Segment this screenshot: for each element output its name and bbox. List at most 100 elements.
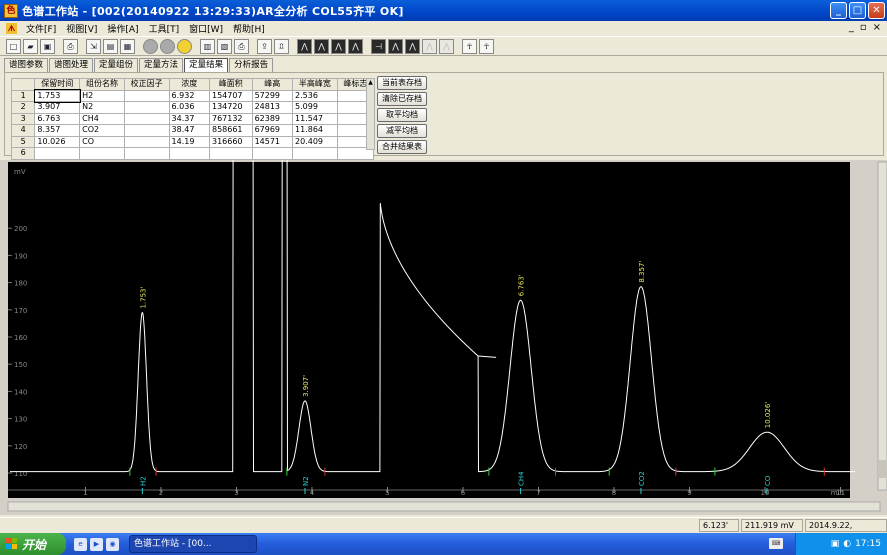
peak-name-label[interactable]: H2 — [139, 476, 147, 486]
peak-retention-label[interactable]: 1.753' — [139, 286, 147, 308]
table-header[interactable]: 峰高 — [251, 78, 294, 91]
peak-c-icon[interactable]: ⋀ — [331, 38, 346, 54]
tab-quant-components[interactable]: 定量组份 — [94, 58, 139, 72]
chart-horizontal-scrollbar[interactable] — [7, 501, 881, 512]
tab-quant-results[interactable]: 定量结果 — [184, 58, 229, 72]
peak-name-label[interactable]: CO2 — [638, 471, 646, 486]
export2-icon[interactable]: ⇫ — [274, 38, 289, 54]
print-icon[interactable]: ⎙ — [63, 38, 78, 54]
table-cell[interactable] — [251, 147, 294, 160]
peak-name-label[interactable]: CH4 — [518, 471, 526, 486]
save-current-button[interactable]: 当前表存档 — [377, 76, 427, 90]
table-cell[interactable]: 5.099 — [292, 101, 338, 114]
tab-analysis-report[interactable]: 分析报告 — [229, 58, 274, 72]
person2-icon[interactable]: ☥ — [479, 38, 494, 54]
peak-d-icon[interactable]: ⋀ — [348, 38, 363, 54]
table-cell[interactable]: 62389 — [251, 112, 294, 125]
network-icon[interactable]: ▣ — [831, 539, 840, 549]
table-cell[interactable]: 767132 — [208, 112, 253, 125]
table-cell[interactable]: CO — [79, 135, 125, 148]
export-icon[interactable]: ⇪ — [257, 38, 272, 54]
grid-icon[interactable]: ▦ — [120, 38, 135, 54]
table-cell[interactable]: CO2 — [79, 124, 125, 137]
peak-retention-label[interactable]: 3.907' — [302, 375, 310, 397]
person-icon[interactable]: ☥ — [462, 38, 477, 54]
table-cell[interactable] — [79, 147, 125, 160]
table-cell[interactable]: H2 — [79, 89, 125, 102]
table-icon[interactable]: ▤ — [103, 38, 118, 54]
table-row[interactable]: 3 6.763 CH4 34.37 767132 62389 11.547 — [10, 112, 375, 125]
table-cell[interactable]: 34.37 — [168, 112, 210, 125]
table-cell[interactable] — [34, 147, 81, 160]
table-cell[interactable]: 154707 — [208, 89, 253, 102]
table-cell[interactable]: 6.763 — [34, 112, 81, 125]
table-cell[interactable] — [123, 147, 170, 160]
baseline-icon[interactable]: ⊣ — [371, 38, 386, 54]
table-header[interactable]: 峰面积 — [208, 78, 253, 91]
peak-name-label[interactable]: N2 — [302, 476, 310, 486]
keyboard-icon[interactable]: ⌨ — [769, 538, 783, 549]
table-cell[interactable]: 10.026 — [34, 135, 81, 148]
menu-operate[interactable]: 操作[A] — [102, 22, 143, 35]
printer-icon[interactable]: ⎙ — [234, 38, 249, 54]
peak-b-icon[interactable]: ⋀ — [314, 38, 329, 54]
table-cell[interactable] — [123, 112, 170, 125]
circle-gray-icon[interactable] — [143, 38, 158, 54]
list-icon[interactable]: ▧ — [217, 38, 232, 54]
document-icon[interactable]: ᗑ — [6, 23, 17, 34]
table-cell[interactable]: 8.357 — [34, 124, 81, 137]
table-cell[interactable]: 67969 — [251, 124, 294, 137]
mdi-close-button[interactable]: × — [873, 22, 881, 33]
menu-window[interactable]: 窗口[W] — [184, 22, 228, 35]
table-cell[interactable]: 316660 — [208, 135, 253, 148]
table-cell[interactable]: 11.547 — [292, 112, 338, 125]
table-cell[interactable]: 3.907 — [34, 101, 81, 114]
table-cell[interactable]: 14571 — [251, 135, 294, 148]
row-header[interactable]: 1 — [10, 89, 36, 102]
table-row[interactable]: 4 8.357 CO2 38.47 858661 67969 11.864 — [10, 124, 375, 137]
table-cell[interactable]: N2 — [79, 101, 125, 114]
chromatogram-area[interactable]: 110 120 130 140 150 160 170 180 190 200 mV 1 2 3 4 5 6 7 8… — [0, 157, 887, 515]
table-cell[interactable]: 6.036 — [168, 101, 210, 114]
peak-retention-label[interactable]: 8.357' — [638, 261, 646, 283]
table-row[interactable]: 1 1.753 H2 6.932 154707 57299 2.536 — [10, 89, 375, 103]
row-header[interactable]: 2 — [10, 101, 36, 114]
menu-view[interactable]: 视图[V] — [61, 22, 102, 35]
circle-yellow-icon[interactable] — [177, 38, 192, 54]
table-cell[interactable]: 134720 — [208, 101, 253, 114]
volume-icon[interactable]: ◐ — [843, 539, 851, 549]
table-cell[interactable]: 2.536 — [292, 89, 338, 102]
table-cell[interactable]: 24813 — [251, 101, 294, 114]
open-icon[interactable]: ▰ — [23, 38, 38, 54]
menu-tools[interactable]: 工具[T] — [144, 22, 185, 35]
mdi-minimize-button[interactable]: _ — [849, 22, 854, 33]
peak-retention-label[interactable]: 6.763' — [518, 274, 526, 296]
peak-g-icon[interactable]: ⋀ — [422, 38, 437, 54]
peak-e-icon[interactable]: ⋀ — [388, 38, 403, 54]
close-button[interactable]: ✕ — [868, 2, 885, 19]
table-cell[interactable] — [123, 124, 170, 137]
mdi-restore-button[interactable]: ▫ — [860, 22, 867, 33]
table-scrollbar[interactable]: ▲ — [366, 78, 375, 150]
table-cell[interactable]: 14.19 — [168, 135, 210, 148]
peak-retention-label[interactable]: 10.026' — [764, 402, 772, 428]
table-cell[interactable]: 57299 — [251, 89, 294, 102]
taskbar-app-button[interactable]: 色谱工作站 - [00... — [129, 535, 257, 553]
table-cell[interactable]: 38.47 — [168, 124, 210, 137]
new-icon[interactable]: □ — [6, 38, 21, 54]
table-cell[interactable]: 20.409 — [292, 135, 338, 148]
table-header[interactable]: 组份名称 — [79, 78, 125, 91]
table-cell[interactable] — [123, 89, 170, 102]
table-cell[interactable]: CH4 — [79, 112, 125, 125]
peak-h-icon[interactable]: ⋀ — [439, 38, 454, 54]
table-header[interactable]: 校正因子 — [123, 78, 170, 91]
row-header[interactable]: 6 — [10, 147, 36, 160]
table-header[interactable]: 保留时间 — [34, 78, 81, 91]
chromatogram-chart[interactable]: 110120130140150160170180190200mV1 2 3 4 5 6 7 8… — [0, 157, 887, 515]
subtract-average-button[interactable]: 减平均档 — [377, 124, 427, 138]
table-row[interactable]: 5 10.026 CO 14.19 316660 14571 20.409 — [10, 135, 375, 148]
table-cell[interactable]: 6.932 — [168, 89, 210, 102]
table-cell[interactable] — [123, 135, 170, 148]
table-row[interactable]: 2 3.907 N2 6.036 134720 24813 5.099 — [10, 101, 375, 114]
tab-chromatogram-processing[interactable]: 谱图处理 — [49, 58, 94, 72]
